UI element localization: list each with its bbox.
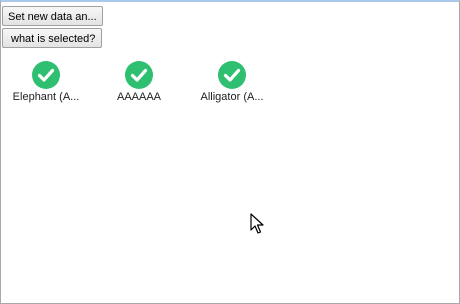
list-item-label: Alligator (A...	[200, 91, 264, 103]
check-circle-icon	[32, 61, 60, 89]
list-item-label: AAAAAA	[116, 91, 162, 103]
list-item-elephant[interactable]: Elephant (A...	[1, 61, 91, 111]
check-circle-icon	[125, 61, 153, 89]
check-circle-icon	[218, 61, 246, 89]
app-window: Set new data an... what is selected? Ele…	[0, 0, 460, 304]
list-item-aaaaaa[interactable]: AAAAAA	[94, 61, 184, 111]
list-item-label: Elephant (A...	[12, 91, 80, 103]
mouse-pointer-icon	[250, 213, 264, 234]
what-is-selected-button[interactable]: what is selected?	[2, 28, 102, 48]
list-item-alligator[interactable]: Alligator (A...	[187, 61, 277, 111]
set-new-data-button[interactable]: Set new data an...	[2, 6, 103, 26]
